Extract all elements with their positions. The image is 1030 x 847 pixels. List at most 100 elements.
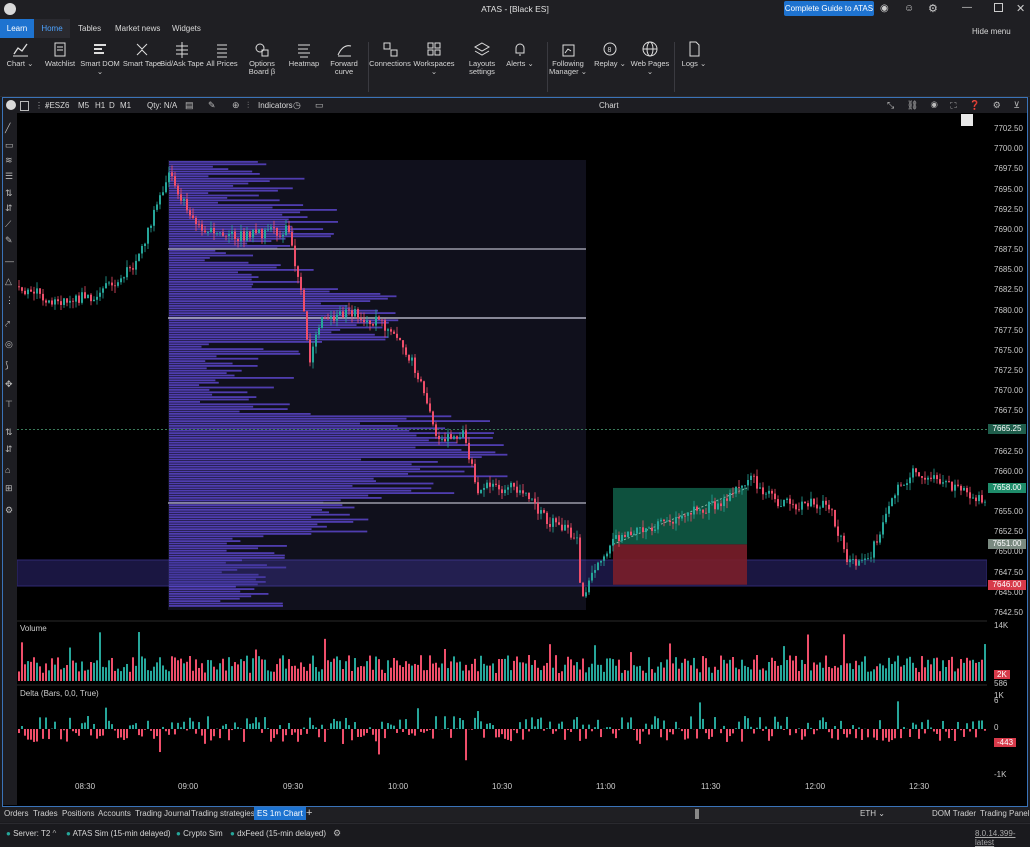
gear-icon[interactable]: ⚙ (928, 2, 938, 15)
ribbon-workspaces-button[interactable]: Workspaces ⌄ (412, 40, 456, 76)
levels-tool-icon[interactable]: ☰ (5, 171, 13, 182)
ribbon-bell-button[interactable]: Alerts ⌄ (498, 40, 542, 68)
ribbon-smart-tape-button[interactable]: Smart Tape (120, 40, 164, 68)
ribbon-options-board-button[interactable]: Options Board β (240, 40, 284, 76)
delta-bar (90, 729, 92, 735)
target-icon[interactable]: ◎ (5, 339, 13, 350)
tf-m1-button[interactable]: M1 (120, 101, 131, 110)
tab-market-news[interactable]: Market news (115, 24, 160, 33)
pencil-icon[interactable]: ✎ (208, 100, 216, 111)
ribbon-logs-button[interactable]: Logs ⌄ (672, 40, 716, 68)
crypto-sim-status[interactable]: ● Crypto Sim (176, 829, 223, 838)
qty-label[interactable]: Qty: N/A (147, 101, 177, 110)
ribbon-globe-button[interactable]: Web Pages ⌄ (628, 40, 672, 76)
hline-icon[interactable]: — (5, 256, 14, 266)
zoom-icon[interactable]: ⊕ (232, 100, 240, 111)
session-select[interactable]: ETH ⌄ (860, 809, 885, 818)
magnet-icon[interactable]: ⌂ (5, 465, 10, 475)
ribbon-chart-button[interactable]: Chart ⌄ (0, 40, 42, 68)
tf-h1-button[interactable]: H1 (95, 101, 105, 110)
wave-icon[interactable]: ⟆ (5, 360, 9, 371)
dom-trader-button[interactable]: DOM Trader (932, 809, 976, 818)
window-icon[interactable]: ▭ (315, 100, 324, 111)
chart-type-icon[interactable]: ▤ (185, 100, 194, 111)
tf-m5-button[interactable]: M5 (78, 101, 89, 110)
volume-bar (192, 671, 194, 681)
indicators-button[interactable]: Indicators (258, 101, 293, 110)
indicators-icon[interactable]: ⫶ (247, 100, 249, 111)
add-tab-icon[interactable]: + (306, 807, 312, 819)
candle-body (600, 561, 602, 563)
short-tool-icon[interactable]: ⇵ (5, 203, 13, 214)
pattern-icon[interactable]: ✥ (5, 379, 13, 390)
grid-icon[interactable]: ⊞ (5, 483, 13, 494)
price-chart[interactable]: VolumeDelta (Bars, 0,0, True)08:3009:000… (17, 113, 987, 793)
tf-d-button[interactable]: D (109, 101, 115, 110)
ribbon-connections-button[interactable]: Connections (368, 40, 412, 68)
symbol-label[interactable]: #ESZ6 (45, 101, 69, 110)
long-tool-icon[interactable]: ⇅ (5, 188, 13, 199)
trading-panel-button[interactable]: Trading Panel (980, 809, 1030, 818)
tab-widgets[interactable]: Widgets (172, 24, 201, 33)
list-icon[interactable]: ⋮ (5, 295, 14, 306)
layout-icon[interactable] (20, 101, 29, 111)
profile-bar (169, 497, 382, 499)
server-status[interactable]: ● Server: T2 ^ (6, 829, 56, 838)
settings-icon[interactable]: ⚙ (333, 828, 341, 839)
delta-bar (651, 725, 653, 729)
atas-chart-icon[interactable] (6, 100, 16, 110)
bottom-tab[interactable]: Trading Journal (135, 809, 190, 818)
camera-icon[interactable]: ◉ (880, 3, 889, 14)
hide-menu-button[interactable]: Hide menu (972, 27, 1011, 36)
candle-body (375, 317, 377, 326)
ribbon-heatmap-button[interactable]: Heatmap (282, 40, 326, 68)
rect-tool-icon[interactable]: ▭ (5, 140, 14, 151)
gear-icon[interactable]: ⚙ (5, 505, 13, 516)
fib-tool-icon[interactable]: ≋ (5, 155, 13, 166)
delta-bar (867, 729, 869, 737)
bottom-tab[interactable]: Trading strategies (191, 809, 255, 818)
tab-tables[interactable]: Tables (78, 24, 101, 33)
short2-icon[interactable]: ⇵ (5, 444, 13, 455)
bottom-tab[interactable]: Positions (62, 809, 94, 818)
brush-icon[interactable]: ✎ (5, 235, 13, 246)
ribbon-following-manager-button[interactable]: Following Manager ⌄ (546, 40, 590, 76)
close-icon[interactable]: ✕ (1016, 2, 1025, 15)
ribbon-forward-curve-button[interactable]: Forward curve (322, 40, 366, 76)
candle-body (960, 486, 962, 491)
candle-body (48, 300, 50, 302)
bottom-tab[interactable]: Orders (4, 809, 28, 818)
tab-home[interactable]: Home (34, 19, 70, 38)
candle-body (597, 563, 599, 570)
text-tool-icon[interactable]: ⊤ (5, 399, 13, 410)
atas-sim-status[interactable]: ● ATAS Sim (15-min delayed) (66, 829, 171, 838)
long2-icon[interactable]: ⇅ (5, 427, 13, 438)
delta-bar (258, 722, 260, 729)
ribbon-bid-ask-tape-button[interactable]: Bid/Ask Tape (160, 40, 204, 68)
maximize-icon[interactable] (994, 3, 1003, 12)
version-label[interactable]: 8.0.14.399-latest (975, 829, 1030, 847)
user-icon[interactable]: ☺ (904, 3, 914, 14)
ribbon-all-prices-button[interactable]: All Prices (200, 40, 244, 68)
curve-icon[interactable]: ⤤ (5, 319, 10, 330)
bottom-tab[interactable]: Accounts (98, 809, 131, 818)
delta-bar (945, 729, 947, 732)
line-tool-icon[interactable]: ╱ (5, 123, 10, 134)
delta-bar (243, 729, 245, 742)
bottom-tab[interactable]: Trades (33, 809, 58, 818)
ruler-icon[interactable]: ⟋ (5, 219, 11, 230)
complete-guide-button[interactable]: Complete Guide to ATAS (784, 1, 874, 16)
price-axis[interactable]: 7702.507700.007697.507695.007692.507690.… (987, 113, 1027, 793)
triangle-icon[interactable]: △ (5, 276, 12, 287)
horizontal-scroll-handle[interactable] (695, 809, 699, 819)
minimize-icon[interactable]: — (962, 2, 972, 13)
clock-icon[interactable]: ◷ (293, 100, 301, 111)
candle-body (24, 291, 26, 294)
ribbon-watchlist-button[interactable]: Watchlist (38, 40, 82, 68)
ribbon-replay-button[interactable]: 8Replay ⌄ (588, 40, 632, 68)
bottom-tab[interactable]: ES 1m Chart (254, 807, 306, 820)
dxfeed-status[interactable]: ● dxFeed (15-min delayed) (230, 829, 326, 838)
volume-bar (405, 661, 407, 681)
tab-learn[interactable]: Learn (0, 19, 34, 38)
ribbon-smart-dom-button[interactable]: Smart DOM ⌄ (78, 40, 122, 76)
